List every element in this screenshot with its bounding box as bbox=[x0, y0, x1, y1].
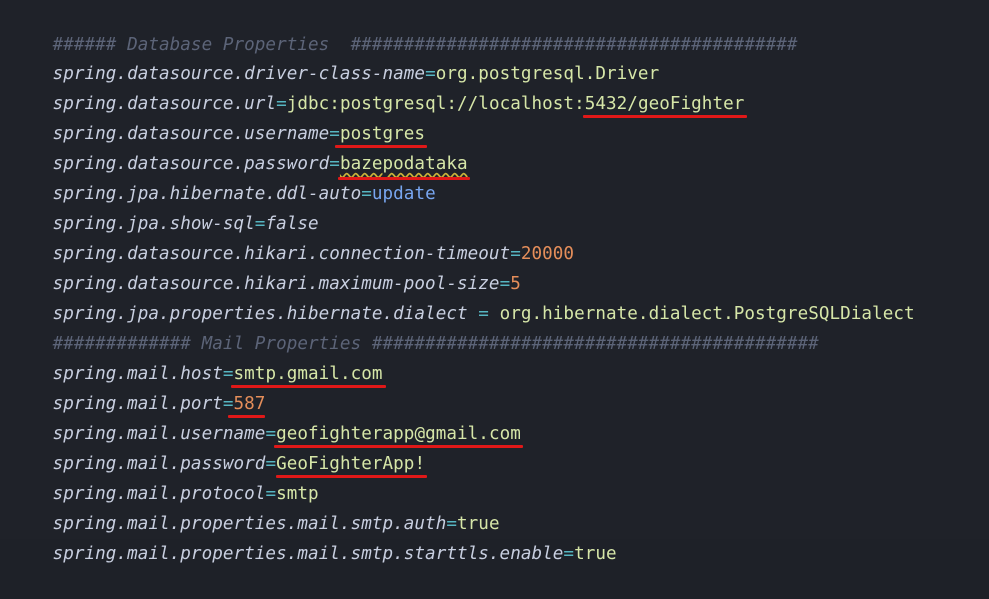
code-line: spring.jpa.hibernate.ddl-auto=update bbox=[10, 149, 436, 204]
code-editor[interactable]: ###### Database Properties #############… bbox=[0, 0, 989, 564]
code-line: spring.mail.port=587 bbox=[10, 359, 266, 418]
property-key: spring.mail.properties.mail.smtp.starttl… bbox=[52, 544, 564, 564]
code-line: spring.mail.username=geofighterapp@gmail… bbox=[10, 389, 523, 448]
code-line: spring.mail.properties.mail.smtp.auth=tr… bbox=[10, 479, 500, 534]
code-line: spring.mail.password=GeoFighterApp! bbox=[10, 419, 428, 478]
code-line: spring.datasource.driver-class-name=org.… bbox=[10, 29, 660, 84]
code-line: spring.mail.protocol=smtp bbox=[10, 449, 319, 504]
property-value: true bbox=[574, 544, 617, 564]
code-line: spring.datasource.hikari.connection-time… bbox=[10, 209, 574, 264]
property-value: update bbox=[371, 184, 436, 204]
code-line: spring.mail.properties.mail.smtp.starttl… bbox=[10, 509, 617, 564]
code-line-comment-mail: ############# Mail Properties ##########… bbox=[10, 299, 819, 354]
code-line: spring.jpa.show-sql=false bbox=[10, 179, 319, 234]
assign-operator: = bbox=[563, 544, 575, 564]
code-line: spring.datasource.username=postgres bbox=[10, 89, 428, 148]
code-line-comment-database: ###### Database Properties #############… bbox=[10, 0, 798, 55]
property-value-highlighted: 5432/geoFighter bbox=[584, 94, 745, 114]
code-line: spring.datasource.url=jdbc:postgresql://… bbox=[10, 59, 748, 118]
property-value: 20000 bbox=[520, 244, 575, 264]
code-line: spring.mail.host=smtp.gmail.com bbox=[10, 329, 386, 388]
assign-operator: = bbox=[361, 184, 372, 204]
code-line: spring.datasource.hikari.maximum-pool-si… bbox=[10, 239, 521, 294]
code-line: spring.jpa.properties.hibernate.dialect … bbox=[10, 269, 915, 324]
annotation-underline bbox=[582, 115, 748, 118]
code-line: spring.datasource.password=bazepodataka bbox=[10, 119, 470, 180]
